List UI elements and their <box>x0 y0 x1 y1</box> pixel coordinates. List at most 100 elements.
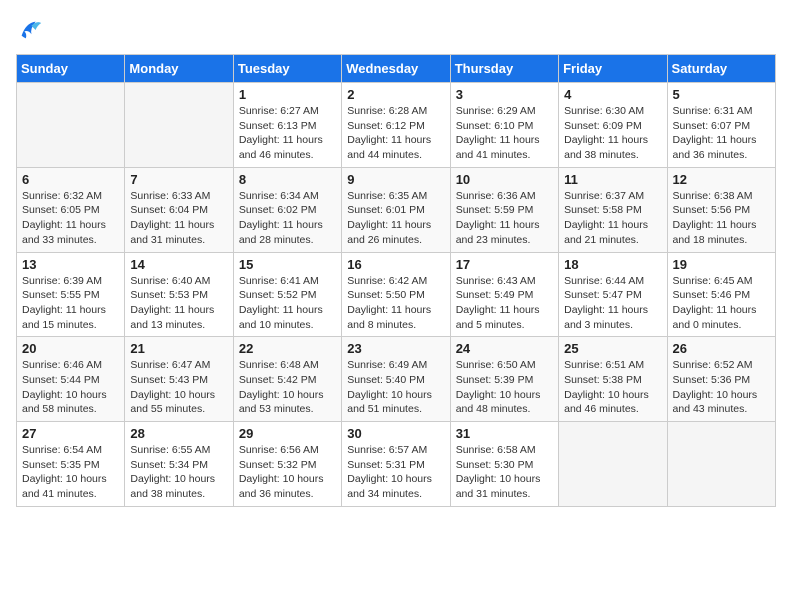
day-number: 29 <box>239 426 336 441</box>
day-detail: Sunrise: 6:29 AM Sunset: 6:10 PM Dayligh… <box>456 104 553 163</box>
calendar-cell: 31 Sunrise: 6:58 AM Sunset: 5:30 PM Dayli… <box>450 422 558 507</box>
calendar-cell: 22 Sunrise: 6:48 AM Sunset: 5:42 PM Dayli… <box>233 337 341 422</box>
day-detail: Sunrise: 6:38 AM Sunset: 5:56 PM Dayligh… <box>673 189 770 248</box>
week-row-3: 13 Sunrise: 6:39 AM Sunset: 5:55 PM Dayli… <box>17 252 776 337</box>
day-number: 30 <box>347 426 444 441</box>
day-detail: Sunrise: 6:48 AM Sunset: 5:42 PM Dayligh… <box>239 358 336 417</box>
day-number: 31 <box>456 426 553 441</box>
day-detail: Sunrise: 6:32 AM Sunset: 6:05 PM Dayligh… <box>22 189 119 248</box>
day-number: 12 <box>673 172 770 187</box>
calendar-cell: 18 Sunrise: 6:44 AM Sunset: 5:47 PM Dayli… <box>559 252 667 337</box>
week-row-1: 1Sunrise: 6:27 AM Sunset: 6:13 PM Daylig… <box>17 83 776 168</box>
calendar-cell: 9 Sunrise: 6:35 AM Sunset: 6:01 PM Daylig… <box>342 167 450 252</box>
day-number: 9 <box>347 172 444 187</box>
day-detail: Sunrise: 6:36 AM Sunset: 5:59 PM Dayligh… <box>456 189 553 248</box>
day-number: 2 <box>347 87 444 102</box>
day-header-wednesday: Wednesday <box>342 55 450 83</box>
day-detail: Sunrise: 6:33 AM Sunset: 6:04 PM Dayligh… <box>130 189 227 248</box>
day-number: 15 <box>239 257 336 272</box>
day-detail: Sunrise: 6:31 AM Sunset: 6:07 PM Dayligh… <box>673 104 770 163</box>
calendar-cell: 1Sunrise: 6:27 AM Sunset: 6:13 PM Daylig… <box>233 83 341 168</box>
day-detail: Sunrise: 6:27 AM Sunset: 6:13 PM Dayligh… <box>239 104 336 163</box>
calendar-cell: 14Sunrise: 6:40 AM Sunset: 5:53 PM Dayli… <box>125 252 233 337</box>
calendar-cell <box>17 83 125 168</box>
day-detail: Sunrise: 6:35 AM Sunset: 6:01 PM Dayligh… <box>347 189 444 248</box>
calendar-cell: 10 Sunrise: 6:36 AM Sunset: 5:59 PM Dayli… <box>450 167 558 252</box>
day-number: 3 <box>456 87 553 102</box>
day-number: 16 <box>347 257 444 272</box>
calendar-cell: 8 Sunrise: 6:34 AM Sunset: 6:02 PM Daylig… <box>233 167 341 252</box>
header <box>16 16 776 44</box>
calendar-cell <box>667 422 775 507</box>
calendar-cell: 16 Sunrise: 6:42 AM Sunset: 5:50 PM Dayli… <box>342 252 450 337</box>
calendar-cell: 19 Sunrise: 6:45 AM Sunset: 5:46 PM Dayli… <box>667 252 775 337</box>
day-detail: Sunrise: 6:42 AM Sunset: 5:50 PM Dayligh… <box>347 274 444 333</box>
day-detail: Sunrise: 6:57 AM Sunset: 5:31 PM Dayligh… <box>347 443 444 502</box>
day-number: 8 <box>239 172 336 187</box>
day-detail: Sunrise: 6:50 AM Sunset: 5:39 PM Dayligh… <box>456 358 553 417</box>
day-number: 4 <box>564 87 661 102</box>
header-row: SundayMondayTuesdayWednesdayThursdayFrid… <box>17 55 776 83</box>
day-header-tuesday: Tuesday <box>233 55 341 83</box>
calendar-cell: 17 Sunrise: 6:43 AM Sunset: 5:49 PM Dayli… <box>450 252 558 337</box>
day-detail: Sunrise: 6:39 AM Sunset: 5:55 PM Dayligh… <box>22 274 119 333</box>
day-detail: Sunrise: 6:56 AM Sunset: 5:32 PM Dayligh… <box>239 443 336 502</box>
calendar-cell: 25 Sunrise: 6:51 AM Sunset: 5:38 PM Dayli… <box>559 337 667 422</box>
day-detail: Sunrise: 6:49 AM Sunset: 5:40 PM Dayligh… <box>347 358 444 417</box>
calendar-cell <box>125 83 233 168</box>
day-detail: Sunrise: 6:37 AM Sunset: 5:58 PM Dayligh… <box>564 189 661 248</box>
calendar-cell: 13 Sunrise: 6:39 AM Sunset: 5:55 PM Dayli… <box>17 252 125 337</box>
calendar-cell <box>559 422 667 507</box>
day-detail: Sunrise: 6:46 AM Sunset: 5:44 PM Dayligh… <box>22 358 119 417</box>
day-detail: Sunrise: 6:43 AM Sunset: 5:49 PM Dayligh… <box>456 274 553 333</box>
calendar-cell: 7 Sunrise: 6:33 AM Sunset: 6:04 PM Daylig… <box>125 167 233 252</box>
day-detail: Sunrise: 6:52 AM Sunset: 5:36 PM Dayligh… <box>673 358 770 417</box>
day-number: 24 <box>456 341 553 356</box>
day-number: 21 <box>130 341 227 356</box>
day-number: 17 <box>456 257 553 272</box>
day-detail: Sunrise: 6:44 AM Sunset: 5:47 PM Dayligh… <box>564 274 661 333</box>
day-number: 14 <box>130 257 227 272</box>
day-number: 28 <box>130 426 227 441</box>
day-number: 19 <box>673 257 770 272</box>
day-detail: Sunrise: 6:51 AM Sunset: 5:38 PM Dayligh… <box>564 358 661 417</box>
calendar-cell: 5 Sunrise: 6:31 AM Sunset: 6:07 PM Daylig… <box>667 83 775 168</box>
day-number: 26 <box>673 341 770 356</box>
calendar-cell: 21Sunrise: 6:47 AM Sunset: 5:43 PM Dayli… <box>125 337 233 422</box>
day-header-friday: Friday <box>559 55 667 83</box>
day-number: 23 <box>347 341 444 356</box>
calendar-cell: 29 Sunrise: 6:56 AM Sunset: 5:32 PM Dayli… <box>233 422 341 507</box>
calendar-cell: 27 Sunrise: 6:54 AM Sunset: 5:35 PM Dayli… <box>17 422 125 507</box>
day-number: 27 <box>22 426 119 441</box>
calendar-cell: 2 Sunrise: 6:28 AM Sunset: 6:12 PM Daylig… <box>342 83 450 168</box>
calendar-cell: 26 Sunrise: 6:52 AM Sunset: 5:36 PM Dayli… <box>667 337 775 422</box>
day-number: 18 <box>564 257 661 272</box>
day-number: 11 <box>564 172 661 187</box>
day-header-monday: Monday <box>125 55 233 83</box>
day-number: 10 <box>456 172 553 187</box>
week-row-5: 27 Sunrise: 6:54 AM Sunset: 5:35 PM Dayli… <box>17 422 776 507</box>
calendar-cell: 12 Sunrise: 6:38 AM Sunset: 5:56 PM Dayli… <box>667 167 775 252</box>
day-number: 22 <box>239 341 336 356</box>
day-detail: Sunrise: 6:28 AM Sunset: 6:12 PM Dayligh… <box>347 104 444 163</box>
logo <box>16 16 48 44</box>
day-header-thursday: Thursday <box>450 55 558 83</box>
day-detail: Sunrise: 6:45 AM Sunset: 5:46 PM Dayligh… <box>673 274 770 333</box>
calendar-cell: 6 Sunrise: 6:32 AM Sunset: 6:05 PM Daylig… <box>17 167 125 252</box>
day-number: 20 <box>22 341 119 356</box>
day-number: 13 <box>22 257 119 272</box>
calendar-cell: 15Sunrise: 6:41 AM Sunset: 5:52 PM Dayli… <box>233 252 341 337</box>
day-number: 25 <box>564 341 661 356</box>
day-detail: Sunrise: 6:58 AM Sunset: 5:30 PM Dayligh… <box>456 443 553 502</box>
week-row-2: 6 Sunrise: 6:32 AM Sunset: 6:05 PM Daylig… <box>17 167 776 252</box>
day-detail: Sunrise: 6:34 AM Sunset: 6:02 PM Dayligh… <box>239 189 336 248</box>
week-row-4: 20 Sunrise: 6:46 AM Sunset: 5:44 PM Dayli… <box>17 337 776 422</box>
day-number: 7 <box>130 172 227 187</box>
calendar-cell: 30 Sunrise: 6:57 AM Sunset: 5:31 PM Dayli… <box>342 422 450 507</box>
calendar-cell: 20 Sunrise: 6:46 AM Sunset: 5:44 PM Dayli… <box>17 337 125 422</box>
calendar-cell: 24 Sunrise: 6:50 AM Sunset: 5:39 PM Dayli… <box>450 337 558 422</box>
calendar-cell: 28Sunrise: 6:55 AM Sunset: 5:34 PM Dayli… <box>125 422 233 507</box>
day-number: 5 <box>673 87 770 102</box>
day-detail: Sunrise: 6:54 AM Sunset: 5:35 PM Dayligh… <box>22 443 119 502</box>
day-number: 6 <box>22 172 119 187</box>
